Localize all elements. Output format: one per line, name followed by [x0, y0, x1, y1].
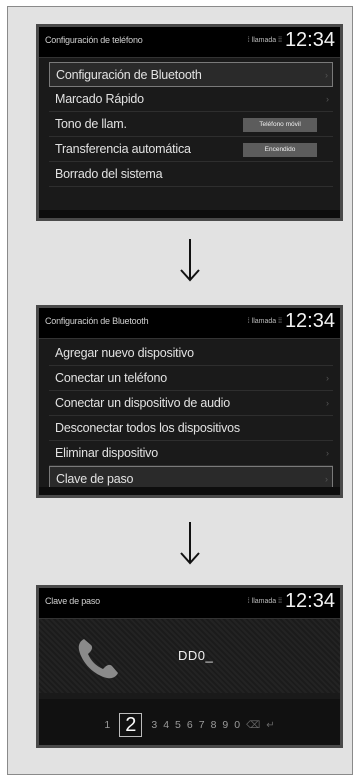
- down-arrow-icon: [180, 522, 200, 565]
- bluetooth-menu: Agregar nuevo dispositivo Conectar un te…: [39, 341, 340, 491]
- screen-header: Clave de paso ⁞ llamada ⁞⁞ 12:34: [39, 588, 340, 619]
- menu-item-label: Conectar un dispositivo de audio: [55, 396, 230, 410]
- menu-item-label: Eliminar dispositivo: [55, 446, 158, 460]
- down-arrow-icon: [180, 239, 200, 282]
- call-status-indicator: ⁞ llamada ⁞⁞: [247, 318, 282, 325]
- passkey-entry-area: DD0_: [39, 619, 340, 693]
- screen-title: Configuración de teléfono: [45, 35, 143, 45]
- menu-item-label: Tono de llam.: [55, 117, 127, 131]
- menu-item-label: Conectar un teléfono: [55, 371, 168, 385]
- key-3[interactable]: 3: [151, 719, 157, 731]
- screen-bottom-bar: [39, 210, 340, 218]
- menu-item-label: Borrado del sistema: [55, 167, 163, 181]
- menu-item-delete-device[interactable]: Eliminar dispositivo ›: [49, 441, 333, 466]
- clock: 12:34: [284, 310, 335, 332]
- screen-title: Configuración de Bluetooth: [45, 316, 149, 326]
- bluetooth-settings-screen: Configuración de Bluetooth ⁞ llamada ⁞⁞ …: [36, 305, 343, 498]
- menu-item-label: Transferencia automática: [55, 142, 191, 156]
- key-0[interactable]: 0: [234, 719, 240, 731]
- auto-transfer-value-badge: Encendido: [243, 143, 317, 157]
- menu-item-connect-phone[interactable]: Conectar un teléfono ›: [49, 366, 333, 391]
- settings-menu: Configuración de Bluetooth › Marcado Ráp…: [39, 62, 340, 187]
- chevron-right-icon: ›: [326, 94, 329, 104]
- passkey-input[interactable]: DD0_: [178, 648, 213, 663]
- delete-icon[interactable]: ⌫: [246, 720, 260, 731]
- menu-item-bluetooth-settings[interactable]: Configuración de Bluetooth ›: [49, 62, 333, 87]
- passkey-screen: Clave de paso ⁞ llamada ⁞⁞ 12:34 DD0_ 1 …: [36, 585, 343, 748]
- chevron-right-icon: ›: [325, 474, 328, 484]
- call-status-indicator: ⁞ llamada ⁞⁞: [247, 37, 282, 44]
- key-2[interactable]: 2: [119, 713, 143, 737]
- menu-item-label: Marcado Rápido: [55, 92, 144, 106]
- phone-handset-icon: [78, 639, 118, 679]
- key-1[interactable]: 1: [104, 719, 110, 731]
- manual-figure-frame: Configuración de teléfono ⁞ llamada ⁞⁞ 1…: [7, 6, 353, 775]
- menu-item-disconnect-all[interactable]: Desconectar todos los dispositivos: [49, 416, 333, 441]
- enter-icon[interactable]: ↵: [266, 720, 274, 731]
- menu-item-auto-transfer[interactable]: Transferencia automática Encendido: [49, 137, 333, 162]
- key-9[interactable]: 9: [222, 719, 228, 731]
- screen-header: Configuración de teléfono ⁞ llamada ⁞⁞ 1…: [39, 27, 340, 58]
- chevron-right-icon: ›: [326, 448, 329, 458]
- screen-bottom-bar: [39, 487, 340, 495]
- clock: 12:34: [284, 590, 335, 612]
- ringtone-value-badge: Teléfono móvil: [243, 118, 317, 132]
- menu-item-speed-dial[interactable]: Marcado Rápido ›: [49, 87, 333, 112]
- phone-settings-screen: Configuración de teléfono ⁞ llamada ⁞⁞ 1…: [36, 24, 343, 221]
- screen-header: Configuración de Bluetooth ⁞ llamada ⁞⁞ …: [39, 308, 340, 339]
- key-8[interactable]: 8: [211, 719, 217, 731]
- menu-item-ringtone[interactable]: Tono de llam. Teléfono móvil: [49, 112, 333, 137]
- menu-item-label: Agregar nuevo dispositivo: [55, 346, 194, 360]
- chevron-right-icon: ›: [326, 373, 329, 383]
- clock: 12:34: [284, 29, 335, 51]
- screen-title: Clave de paso: [45, 596, 100, 606]
- menu-item-label: Configuración de Bluetooth: [56, 67, 202, 82]
- key-4[interactable]: 4: [163, 719, 169, 731]
- key-6[interactable]: 6: [187, 719, 193, 731]
- menu-item-system-clear[interactable]: Borrado del sistema: [49, 162, 333, 187]
- key-5[interactable]: 5: [175, 719, 181, 731]
- key-7[interactable]: 7: [199, 719, 205, 731]
- numeric-keypad: 1 2 3 4 5 6 7 8 9 0 ⌫ ↵: [39, 699, 340, 745]
- chevron-right-icon: ›: [325, 70, 328, 80]
- menu-item-connect-audio[interactable]: Conectar un dispositivo de audio ›: [49, 391, 333, 416]
- menu-item-label: Clave de paso: [56, 471, 134, 486]
- call-status-indicator: ⁞ llamada ⁞⁞: [247, 598, 282, 605]
- menu-item-label: Desconectar todos los dispositivos: [55, 421, 240, 435]
- menu-item-add-device[interactable]: Agregar nuevo dispositivo: [49, 341, 333, 366]
- chevron-right-icon: ›: [326, 398, 329, 408]
